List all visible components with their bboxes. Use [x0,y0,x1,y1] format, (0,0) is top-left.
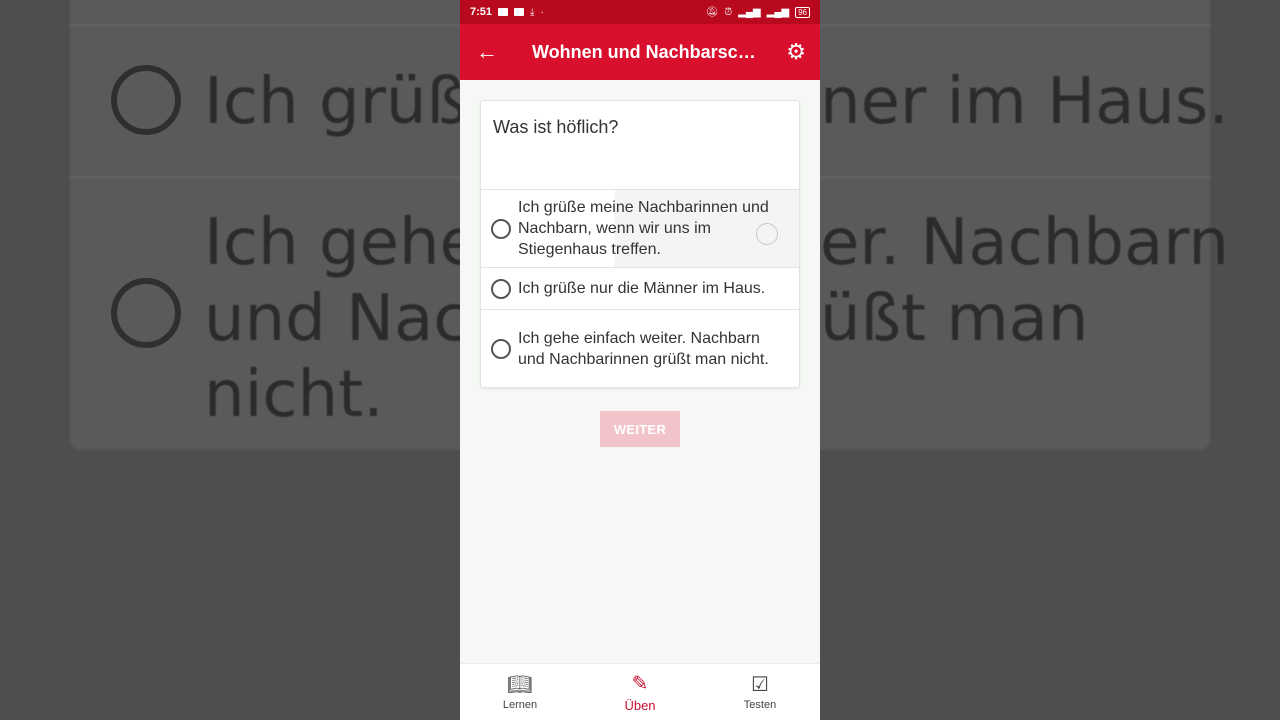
download-icon: ⤓ [530,6,535,18]
answer-option-2[interactable]: Ich grüße nur die Männer im Haus. [481,267,799,309]
gear-icon[interactable]: ⚙ [782,39,806,65]
background-text: nicht. [204,358,384,432]
question-card: Was ist höflich? Ich grüße meine Nachbar… [480,100,800,388]
status-time: 7:51 [470,6,493,18]
nav-label: Testen [743,699,777,711]
app-notification-icon [514,8,525,16]
nav-item-ueben[interactable]: ✎ Üben [580,664,700,720]
app-bar: ← Wohnen und Nachbarsc… ⚙ [460,24,820,80]
nav-label: Üben [624,697,656,713]
mute-icon: 🔕︎ [705,6,719,18]
page-title: Wohnen und Nachbarsc… [532,41,756,62]
battery-icon: 96 [795,6,810,18]
edit-icon: ✎ [631,672,649,695]
answer-label: Ich grüße nur die Männer im Haus. [518,280,766,297]
answer-label: Ich grüße meine Nachbarinnen und Nachbar… [518,199,769,258]
dot-icon: · [540,6,544,18]
status-bar: 7:51 ⤓ · 🔕︎ ⏰︎ ▂▄▆ ▂▄▆ 96 [460,0,820,24]
nav-item-lernen[interactable]: 📖︎ Lernen [460,664,580,720]
background-radio [111,278,181,348]
radio-button[interactable] [491,338,511,359]
background-text: ner im Haus. [820,65,1229,139]
arrow-left-icon[interactable]: ← [476,41,500,63]
answer-option-3[interactable]: Ich gehe einfach weiter. Nachbarn und Na… [481,309,799,387]
checkbox-icon: ☑ [751,674,769,696]
background-radio [111,65,181,135]
radio-button[interactable] [491,278,511,299]
background-text: er. Nachbarn [820,206,1229,280]
bottom-navigation: 📖︎ Lernen ✎ Üben ☑ Testen [460,663,820,720]
video-icon [498,8,509,16]
nav-label: Lernen [502,699,538,711]
nav-item-testen[interactable]: ☑ Testen [700,664,820,720]
touch-ripple [756,223,778,245]
next-button[interactable]: WEITER [600,411,680,447]
background-text: Ich gehe [204,206,479,280]
signal-icon: ▂▄▆ [738,6,761,18]
question-text: Was ist höflich? [493,117,619,137]
phone-screen: 7:51 ⤓ · 🔕︎ ⏰︎ ▂▄▆ ▂▄▆ 96 ← Wohnen und N… [460,0,820,720]
background-text: üßt man [820,282,1089,356]
answer-label: Ich gehe einfach weiter. Nachbarn und Na… [518,329,769,368]
alarm-icon: ⏰︎ [724,6,733,18]
book-icon: 📖︎ [507,674,533,696]
answer-option-1[interactable]: Ich grüße meine Nachbarinnen und Nachbar… [481,189,799,267]
signal-icon: ▂▄▆ [766,6,790,18]
radio-button[interactable] [491,218,511,239]
